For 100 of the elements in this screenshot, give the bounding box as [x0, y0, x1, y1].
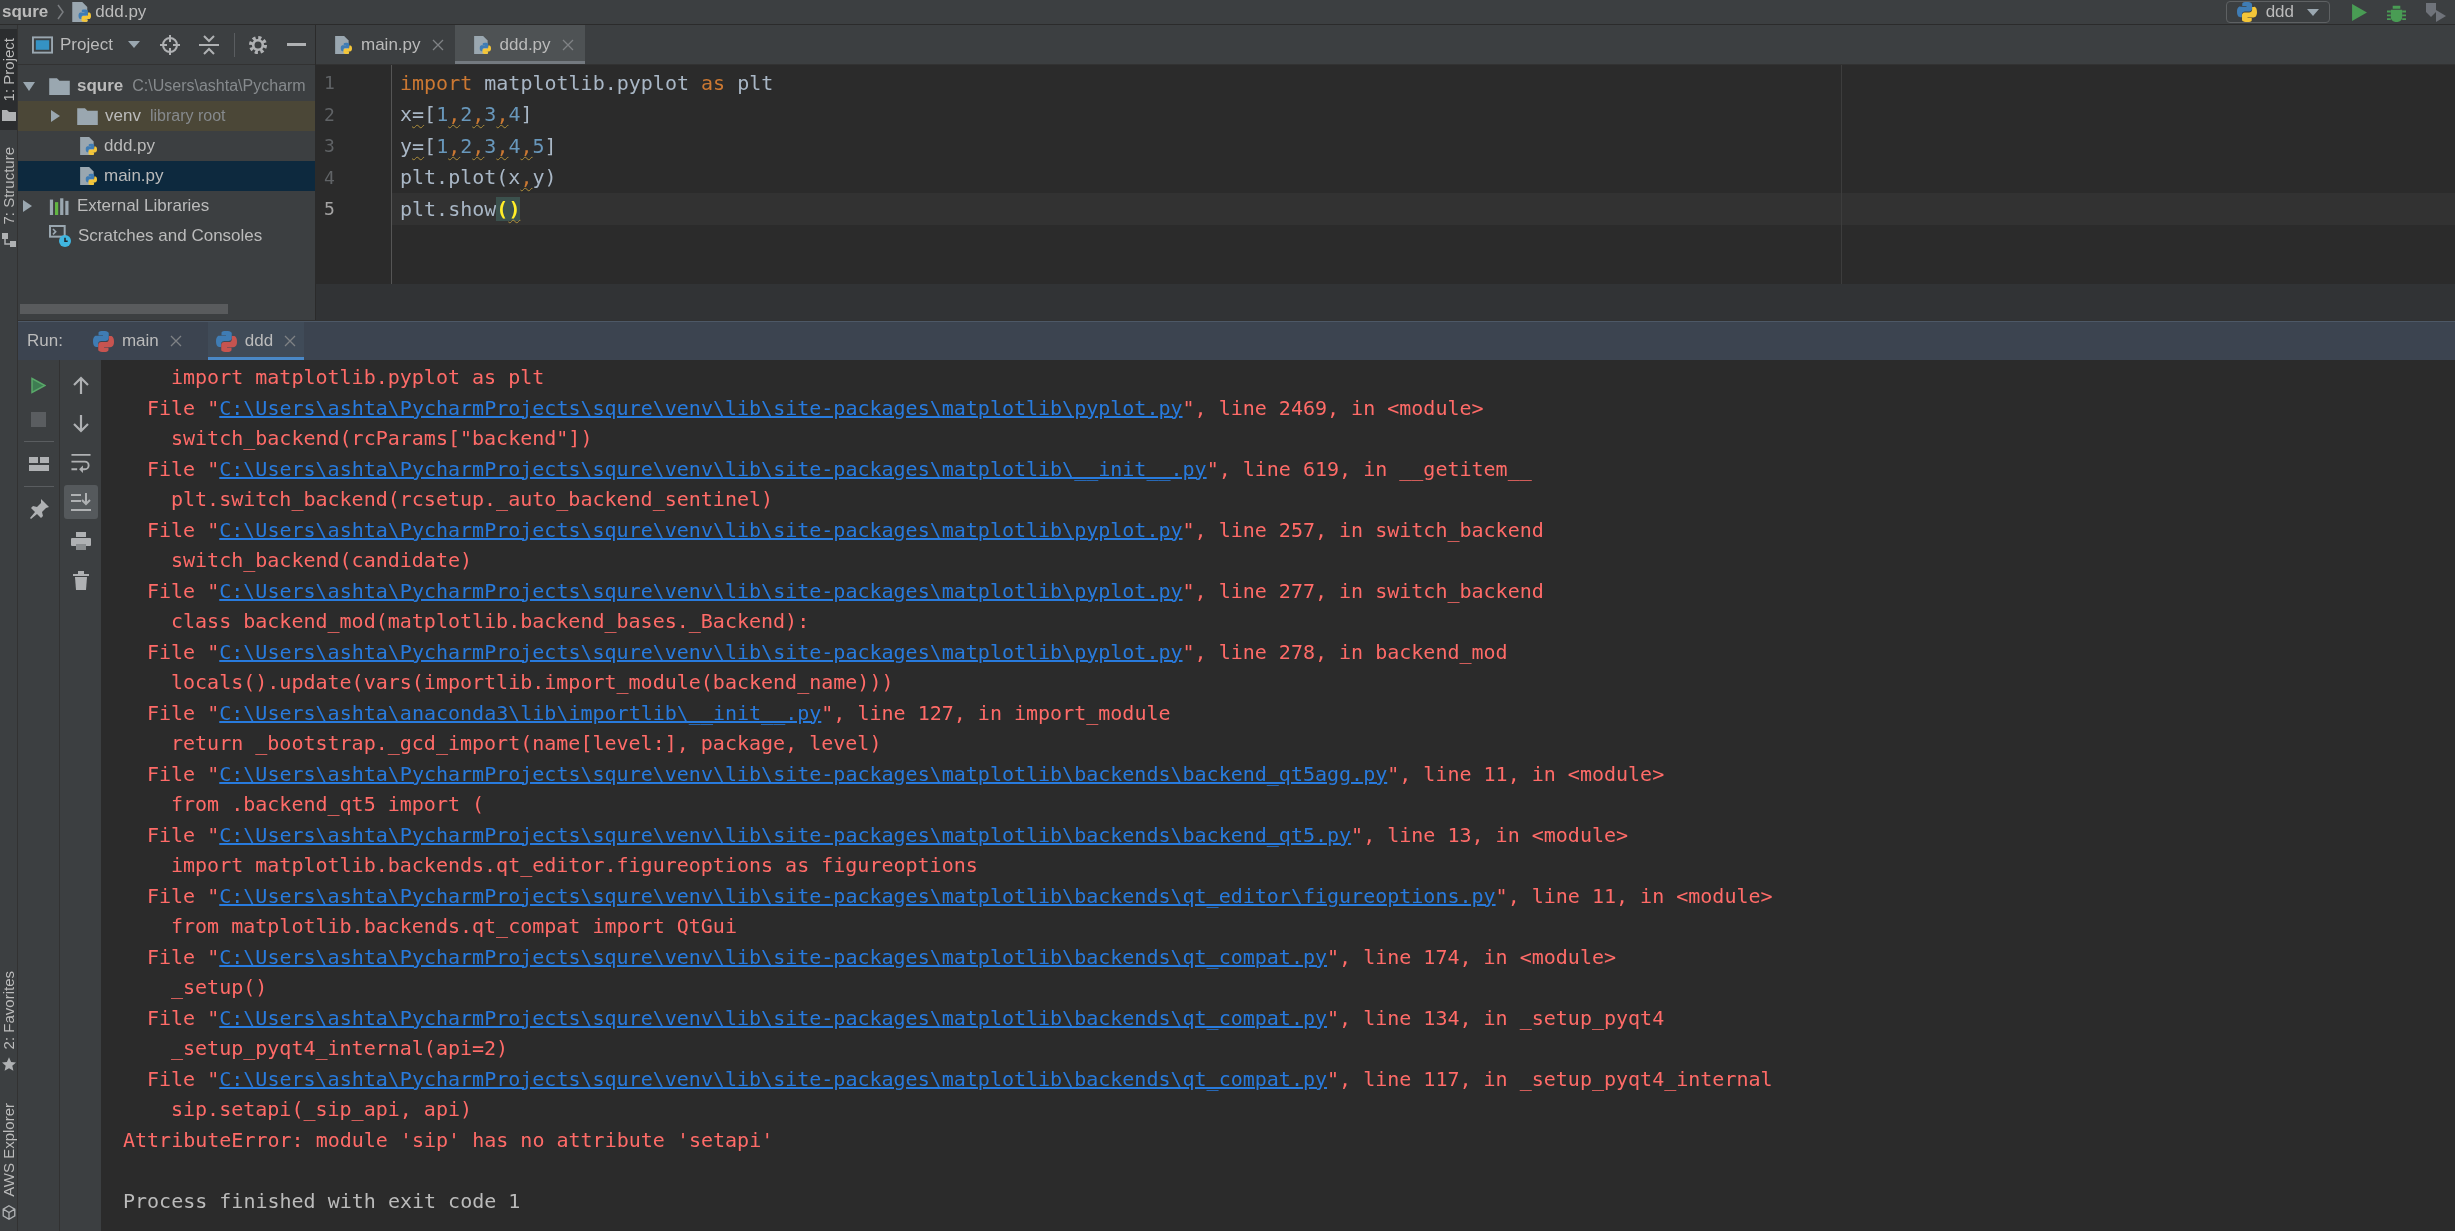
run-configuration-dropdown[interactable]: ddd [2225, 1, 2330, 23]
run-icon[interactable] [2352, 3, 2367, 21]
code-line: import matplotlib.pyplot as plt [400, 69, 774, 97]
soft-wrap-icon [70, 452, 91, 474]
line-number: 4 [324, 165, 335, 190]
close-icon[interactable] [169, 335, 182, 347]
line-number: 2 [324, 102, 335, 127]
tool-window-button[interactable]: 1: Project [0, 29, 17, 131]
python-file-icon [472, 35, 491, 54]
file-path-link[interactable]: C:\Users\ashta\PycharmProjects\squre\venv\lib\site-packages\matplotlib\pyplot.py [219, 639, 1183, 664]
traceback-line: File "C:\Users\ashta\anaconda3\lib\importlib\__init__.py", line 127, in import_module [147, 699, 1171, 727]
run-tab[interactable]: ddd [207, 322, 305, 360]
traceback-code: class backend_mod(matplotlib.backend_bases._Backend): [171, 608, 810, 635]
arrow-down-icon [72, 414, 89, 434]
code-line: plt.plot(x,y) [400, 164, 557, 192]
traceback-line: File "C:\Users\ashta\PycharmProjects\squre\venv\lib\site-packages\matplotlib\backends\qt_compat.py", line 117, in _setup_pyqt4_internal [147, 1065, 1773, 1093]
close-icon[interactable] [431, 38, 444, 51]
file-path-link[interactable]: C:\Users\ashta\PycharmProjects\squre\venv\lib\site-packages\matplotlib\backends\qt_compat.py [219, 1066, 1328, 1091]
tree-item[interactable]: Scratches and Consoles [18, 221, 315, 251]
traceback-code: plt.switch_backend(rcsetup._auto_backend_sentinel) [171, 486, 774, 513]
tree-item[interactable]: External Libraries [18, 191, 315, 221]
traceback-line: File "C:\Users\ashta\PycharmProjects\squre\venv\lib\site-packages\matplotlib\pyplot.py", line 257, in switch_backend [147, 516, 1544, 544]
tool-window-button[interactable]: AWS Explorer [0, 1094, 17, 1229]
file-path-link[interactable]: C:\Users\ashta\PycharmProjects\squre\venv\lib\site-packages\matplotlib\backends\qt_compat.py [219, 944, 1328, 969]
traceback-line: File "C:\Users\ashta\PycharmProjects\squre\venv\lib\site-packages\matplotlib\__init__.py", line 619, in __getitem__ [147, 455, 1532, 483]
traceback-code: sip.setapi(_sip_api, api) [171, 1096, 473, 1123]
run-panel-title: Run: [27, 330, 63, 353]
scroll-to-end-button[interactable] [63, 485, 98, 519]
collapse-arrow-icon[interactable] [23, 81, 35, 91]
folder-icon [77, 107, 98, 125]
tree-item-hint: library root [149, 106, 226, 126]
file-path-link[interactable]: C:\Users\ashta\PycharmProjects\squre\venv\lib\site-packages\matplotlib\backends\qt_compat.py [219, 1005, 1328, 1030]
tree-item[interactable]: venv library root [18, 101, 315, 131]
layout-icon [28, 457, 49, 471]
crosshair-icon[interactable] [159, 34, 180, 55]
breadcrumb[interactable]: ddd.py [71, 0, 147, 25]
expand-arrow-icon[interactable] [23, 200, 32, 212]
tree-item[interactable]: ddd.py [18, 131, 315, 161]
traceback-line: File "C:\Users\ashta\PycharmProjects\squre\venv\lib\site-packages\matplotlib\backends\qt_editor\figureoptions.py", line 11, in <module> [147, 882, 1773, 910]
exit-message: Process finished with exit code 1 [123, 1187, 521, 1215]
editor-tab[interactable]: main.py [316, 25, 455, 64]
code-line: x=[1,2,3,4] [400, 101, 533, 129]
python-logo-icon [215, 330, 237, 352]
python-logo-icon [2236, 2, 2257, 22]
chevron-right-icon [57, 4, 65, 20]
settings-icon[interactable] [247, 34, 268, 55]
pin-icon [28, 499, 49, 519]
tree-item[interactable]: main.py [18, 161, 315, 191]
error-message: AttributeError: module 'sip' has no attribute 'setapi' [123, 1126, 774, 1154]
code-line: y=[1,2,3,4,5] [400, 132, 557, 160]
window-icon [32, 35, 53, 54]
tool-window-button[interactable]: 2: Favorites [0, 962, 17, 1081]
minimize-icon[interactable] [286, 43, 306, 46]
python-file-icon [71, 2, 92, 22]
folder-icon [1, 109, 16, 122]
tool-window-button[interactable]: 7: Structure [0, 138, 17, 256]
tree-item-hint: C:\Users\ashta\Pycharm [132, 76, 306, 96]
library-bars-icon [49, 197, 70, 215]
star-icon [1, 1057, 16, 1072]
console-clock-icon [49, 225, 71, 247]
traceback-code: import matplotlib.backends.qt_editor.figureoptions as figureoptions [171, 852, 978, 879]
traceback-line: File "C:\Users\ashta\PycharmProjects\squre\venv\lib\site-packages\matplotlib\backends\backend_qt5.py", line 13, in <module> [147, 821, 1629, 849]
stop-icon [31, 411, 46, 427]
caret-icon [127, 41, 140, 48]
traceback-code: _setup() [171, 974, 268, 1001]
file-path-link[interactable]: C:\Users\ashta\anaconda3\lib\importlib\__init__.py [219, 700, 822, 725]
file-path-link[interactable]: C:\Users\ashta\PycharmProjects\squre\venv\lib\site-packages\matplotlib\pyplot.py [219, 578, 1183, 603]
file-path-link[interactable]: C:\Users\ashta\PycharmProjects\squre\venv\lib\site-packages\matplotlib\pyplot.py [219, 395, 1183, 420]
file-path-link[interactable]: C:\Users\ashta\PycharmProjects\squre\venv\lib\site-packages\matplotlib\backends\backend_qt5.py [219, 822, 1352, 847]
close-icon[interactable] [284, 335, 297, 347]
file-path-link[interactable]: C:\Users\ashta\PycharmProjects\squre\venv\lib\site-packages\matplotlib\backends\qt_editor\figureoptions.py [219, 883, 1496, 908]
play-icon [31, 376, 46, 394]
editor-tab[interactable]: ddd.py [454, 25, 585, 64]
run-tab[interactable]: main [84, 322, 190, 360]
project-view-dropdown[interactable]: Project [32, 31, 140, 58]
python-file-icon [79, 166, 97, 186]
traceback-code: switch_backend(candidate) [171, 547, 473, 574]
breadcrumb[interactable]: squre [0, 0, 49, 25]
line-number: 1 [324, 71, 335, 96]
python-file-icon [79, 136, 97, 156]
arrow-up-icon [72, 375, 89, 395]
horizontal-scrollbar[interactable] [20, 304, 228, 314]
file-path-link[interactable]: C:\Users\ashta\PycharmProjects\squre\venv\lib\site-packages\matplotlib\pyplot.py [219, 517, 1183, 542]
traceback-line: File "C:\Users\ashta\PycharmProjects\squre\venv\lib\site-packages\matplotlib\pyplot.py", line 2469, in <module> [147, 394, 1484, 422]
file-path-link[interactable]: C:\Users\ashta\PycharmProjects\squre\venv\lib\site-packages\matplotlib\__init__.py [219, 456, 1207, 481]
traceback-code: locals().update(vars(importlib.import_module(backend_name))) [171, 669, 894, 696]
caret-icon [2307, 8, 2319, 16]
expand-arrow-icon[interactable] [51, 110, 60, 122]
traceback-code: switch_backend(rcParams["backend"]) [171, 425, 593, 452]
shield-play-icon[interactable] [2426, 2, 2446, 22]
traceback-line: File "C:\Users\ashta\PycharmProjects\squre\venv\lib\site-packages\matplotlib\backends\backend_qt5agg.py", line 11, in <module> [147, 760, 1665, 788]
python-file-icon [334, 35, 352, 54]
tree-item[interactable]: squre C:\Users\ashta\Pycharm [18, 71, 315, 101]
line-number: 5 [324, 197, 335, 222]
traceback-line: File "C:\Users\ashta\PycharmProjects\squre\venv\lib\site-packages\matplotlib\backends\qt_compat.py", line 134, in _setup_pyqt4 [147, 1004, 1665, 1032]
traceback-line: File "C:\Users\ashta\PycharmProjects\squre\venv\lib\site-packages\matplotlib\pyplot.py", line 278, in backend_mod [147, 638, 1508, 666]
file-path-link[interactable]: C:\Users\ashta\PycharmProjects\squre\venv\lib\site-packages\matplotlib\backends\backend_qt5agg.py [219, 761, 1388, 786]
cube-icon [1, 1205, 16, 1220]
printer-icon [70, 532, 91, 550]
collapse-all-icon[interactable] [198, 34, 219, 55]
